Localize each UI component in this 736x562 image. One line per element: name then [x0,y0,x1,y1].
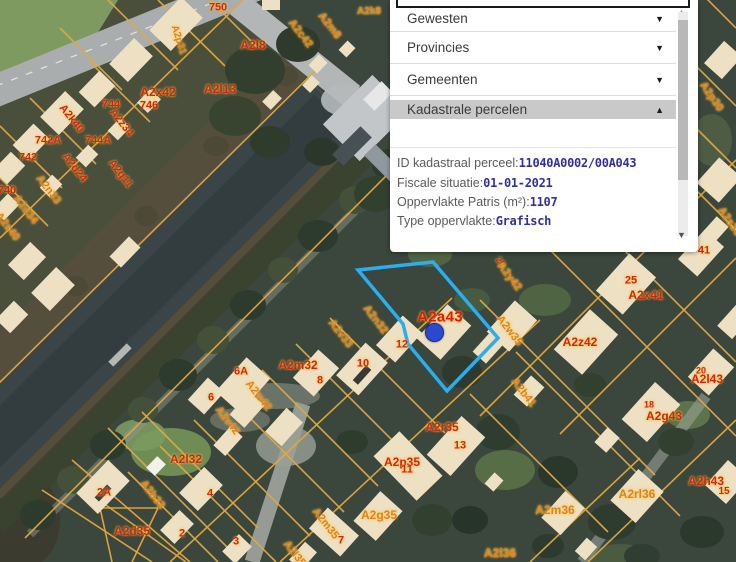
accordion-label: Gemeenten [407,72,655,87]
detail-label: Type oppervlakte [397,214,492,228]
selected-parcel-marker [425,323,444,342]
chevron-down-icon[interactable]: ▼ [655,75,676,85]
accordion-item-kadastrale-percelen[interactable]: Kadastrale percelen ▲ [390,100,676,119]
accordion-label: Provincies [407,40,655,55]
chevron-down-icon[interactable]: ▼ [655,43,676,53]
map-viewport: 750A2p31A2l8A2c42A2m8A2k8A2l13A2x4274674… [0,0,736,562]
detail-value: 11040A0002/00A043 [519,156,637,170]
detail-value: 1107 [530,195,558,209]
detail-row-area: Oppervlakte Patris (m²) : 1107 [397,192,557,211]
detail-label: Oppervlakte Patris (m²) [397,195,526,209]
chevron-down-icon[interactable]: ▼ [655,14,676,24]
detail-label: ID kadastraal perceel [397,156,515,170]
detail-row-fiscal-date: Fiscale situatie : 01-01-2021 [397,173,552,192]
detail-label: Fiscale situatie [397,176,480,190]
chevron-up-icon[interactable]: ▲ [655,105,676,115]
scroll-down-icon[interactable]: ▼ [677,230,686,240]
divider [390,147,676,148]
accordion-label: Kadastrale percelen [407,102,655,117]
detail-row-area-type: Type oppervlakte : Grafisch [397,211,551,230]
scrollbar-track[interactable] [678,12,688,236]
detail-row-parcel-id: ID kadastraal perceel : 11040A0002/00A04… [397,153,636,172]
detail-value: Grafisch [496,214,551,228]
accordion-item-gewesten[interactable]: Gewesten ▼ [390,6,676,32]
accordion-item-provincies[interactable]: Provincies ▼ [390,32,676,64]
accordion-label: Gewesten [407,11,655,26]
layers-panel: Gewesten ▼ Provincies ▼ Gemeenten ▼ Kada… [390,0,698,252]
detail-value: 01-01-2021 [483,176,552,190]
scrollbar-thumb[interactable] [678,20,688,180]
accordion-item-gemeenten[interactable]: Gemeenten ▼ [390,64,676,96]
